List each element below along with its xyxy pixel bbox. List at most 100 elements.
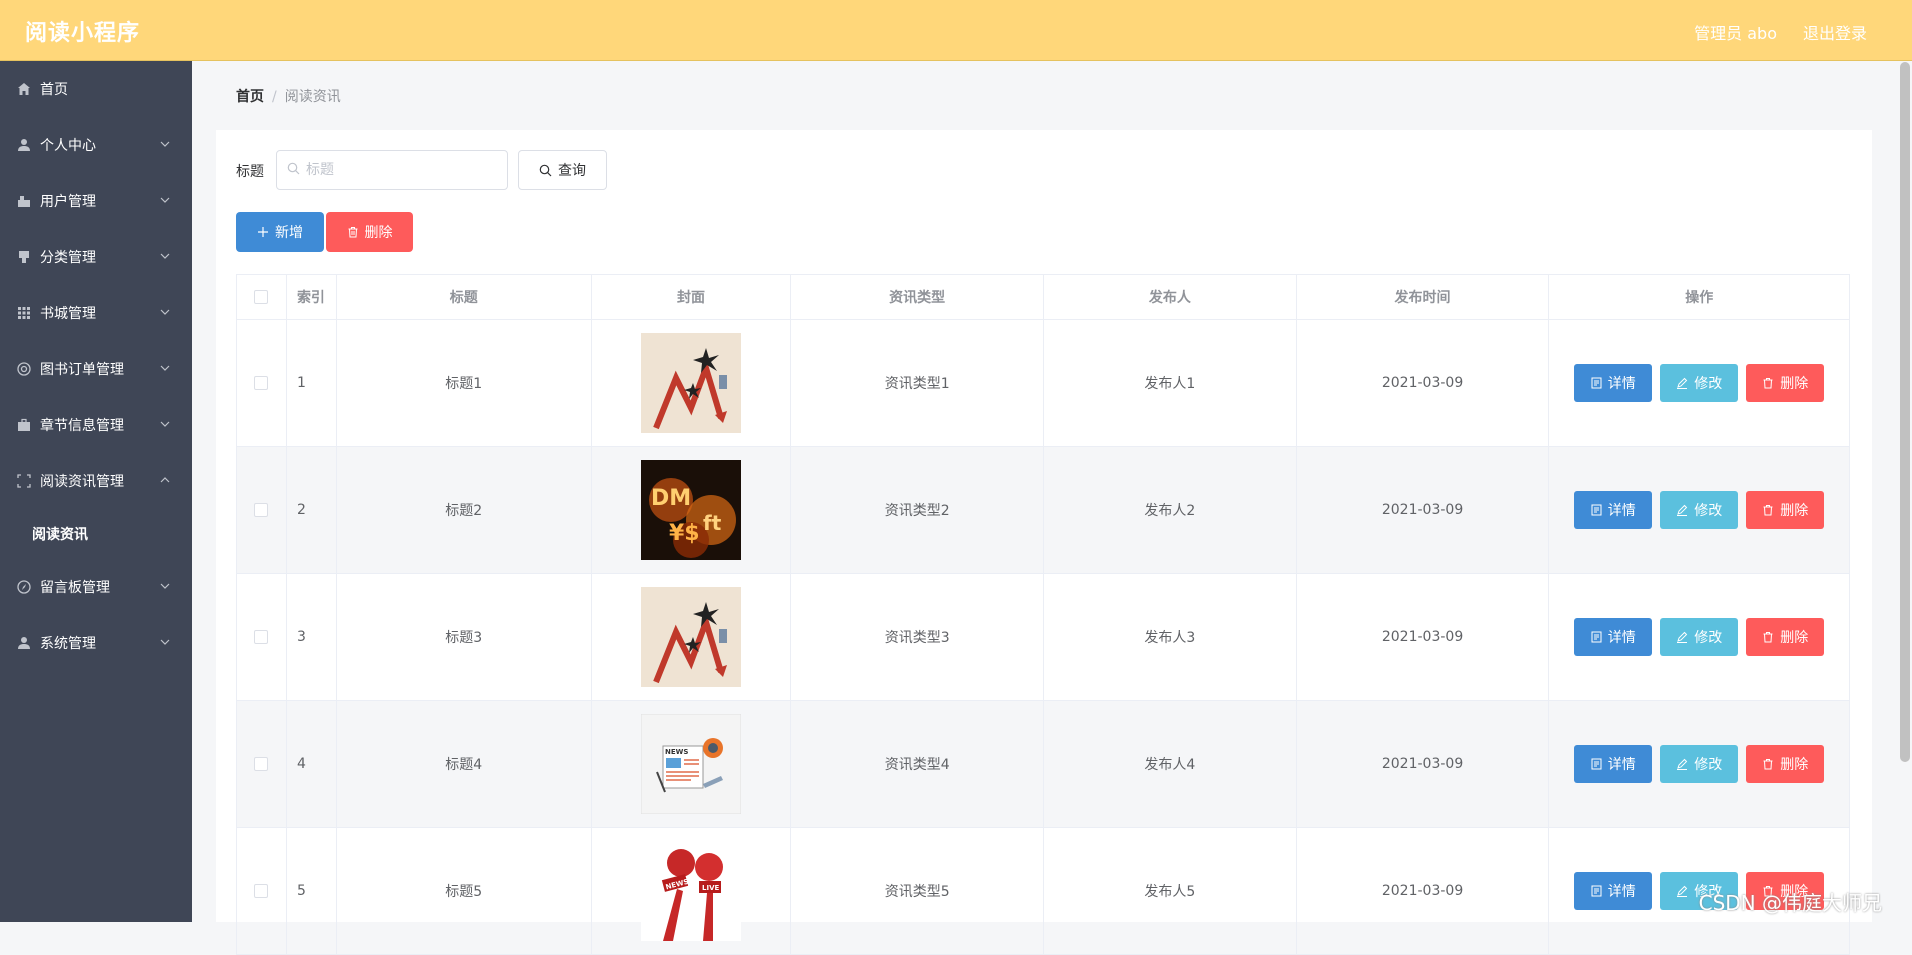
breadcrumb-separator: /	[272, 89, 277, 105]
svg-text:NEWS: NEWS	[665, 748, 688, 756]
row-title: 标题2	[337, 447, 592, 573]
sidebar-item-message-board[interactable]: 留言板管理	[0, 559, 192, 615]
sidebar-item-personal-center[interactable]: 个人中心	[0, 117, 192, 173]
delete-button[interactable]: 删除	[1746, 491, 1824, 529]
row-checkbox-cell	[237, 701, 287, 827]
header-checkbox-cell	[237, 275, 287, 319]
row-time: 2021-03-09	[1297, 447, 1550, 573]
search-icon	[539, 164, 552, 177]
detail-label: 详情	[1608, 881, 1636, 901]
header-time: 发布时间	[1297, 275, 1550, 319]
chevron-down-icon	[160, 581, 170, 591]
svg-text:DM: DM	[651, 486, 691, 511]
edit-icon	[1676, 885, 1688, 897]
row-publisher: 发布人5	[1044, 828, 1297, 954]
row-title: 标题3	[337, 574, 592, 700]
row-checkbox-cell	[237, 574, 287, 700]
delete-label: 删除	[1780, 373, 1808, 393]
detail-button[interactable]: 详情	[1574, 872, 1652, 910]
row-title: 标题5	[337, 828, 592, 954]
row-time: 2021-03-09	[1297, 828, 1550, 954]
chevron-down-icon	[160, 419, 170, 429]
row-index: 4	[287, 701, 337, 827]
breadcrumb-home[interactable]: 首页	[236, 89, 264, 105]
svg-text:¥$: ¥$	[669, 521, 700, 546]
detail-button[interactable]: 详情	[1574, 745, 1652, 783]
compass-icon	[16, 579, 32, 595]
header-title: 标题	[337, 275, 592, 319]
row-checkbox-cell	[237, 447, 287, 573]
briefcase-icon	[16, 417, 32, 433]
header-cover: 封面	[592, 275, 792, 319]
document-icon	[1591, 885, 1602, 897]
sidebar-item-label: 用户管理	[40, 191, 96, 211]
chevron-down-icon	[160, 139, 170, 149]
plus-icon	[257, 226, 269, 238]
row-checkbox[interactable]	[254, 503, 268, 517]
microphone-image[interactable]: NEWS LIVE	[641, 841, 741, 941]
sidebar-item-book-order-management[interactable]: 图书订单管理	[0, 341, 192, 397]
chart-arrow-image[interactable]	[641, 333, 741, 433]
trash-icon	[1762, 377, 1774, 389]
currency-fire-image[interactable]: DM ¥$ ft	[641, 460, 741, 560]
detail-button[interactable]: 详情	[1574, 618, 1652, 656]
edit-icon	[1676, 758, 1688, 770]
row-checkbox[interactable]	[254, 376, 268, 390]
table-row: 2 标题2 DM ¥$ ft 资讯类型2 发布人2 2021-03-09 详情 …	[237, 447, 1849, 574]
logout-link[interactable]: 退出登录	[1803, 20, 1867, 44]
delete-button[interactable]: 删除	[1746, 618, 1824, 656]
detail-button[interactable]: 详情	[1574, 364, 1652, 402]
edit-button[interactable]: 修改	[1660, 618, 1738, 656]
page-scrollbar[interactable]	[1900, 62, 1910, 762]
row-type: 资讯类型3	[791, 574, 1044, 700]
query-button[interactable]: 查询	[518, 150, 607, 190]
sidebar-item-category-management[interactable]: 分类管理	[0, 229, 192, 285]
chart-arrow-image[interactable]	[641, 587, 741, 687]
delete-button[interactable]: 删除	[1746, 364, 1824, 402]
row-checkbox[interactable]	[254, 757, 268, 771]
breadcrumb-current: 阅读资讯	[285, 89, 341, 105]
sidebar-item-system-management[interactable]: 系统管理	[0, 615, 192, 671]
home-icon	[16, 81, 32, 97]
breadcrumb: 首页 / 阅读资讯	[236, 86, 341, 106]
search-input[interactable]	[306, 162, 486, 178]
edit-label: 修改	[1694, 373, 1722, 393]
select-all-checkbox[interactable]	[254, 290, 268, 304]
row-time: 2021-03-09	[1297, 320, 1550, 446]
search-input-wrapper[interactable]	[276, 150, 508, 190]
row-checkbox[interactable]	[254, 630, 268, 644]
search-label: 标题	[236, 161, 264, 181]
sidebar-item-bookstore-management[interactable]: 书城管理	[0, 285, 192, 341]
detail-button[interactable]: 详情	[1574, 491, 1652, 529]
batch-delete-button[interactable]: 删除	[326, 212, 413, 252]
sidebar-item-chapter-management[interactable]: 章节信息管理	[0, 397, 192, 453]
frame-icon	[16, 473, 32, 489]
sidebar-item-label: 阅读资讯管理	[40, 471, 124, 491]
top-header: 阅读小程序 管理员 abo 退出登录	[0, 0, 1912, 61]
sidebar-item-news-management[interactable]: 阅读资讯管理	[0, 453, 192, 509]
sidebar-item-home[interactable]: 首页	[0, 61, 192, 117]
add-button[interactable]: 新增	[236, 212, 324, 252]
row-cover-cell: NEWS	[592, 701, 792, 827]
delete-label: 删除	[1780, 627, 1808, 647]
row-title: 标题1	[337, 320, 592, 446]
newspaper-image[interactable]: NEWS	[641, 714, 741, 814]
sidebar-item-label: 图书订单管理	[40, 359, 124, 379]
delete-button[interactable]: 删除	[1746, 745, 1824, 783]
sidebar-item-label: 分类管理	[40, 247, 96, 267]
sidebar: 首页 个人中心 用户管理 分类管理 书城管理 图书订单管理 章节信息管理 阅读资…	[0, 61, 192, 922]
edit-button[interactable]: 修改	[1660, 745, 1738, 783]
sidebar-item-label: 书城管理	[40, 303, 96, 323]
row-checkbox[interactable]	[254, 884, 268, 898]
sidebar-subitem-reading-news[interactable]: 阅读资讯	[0, 509, 192, 559]
row-type: 资讯类型5	[791, 828, 1044, 954]
edit-button[interactable]: 修改	[1660, 364, 1738, 402]
edit-button[interactable]: 修改	[1660, 491, 1738, 529]
document-icon	[1591, 377, 1602, 389]
sidebar-item-user-management[interactable]: 用户管理	[0, 173, 192, 229]
row-index: 1	[287, 320, 337, 446]
edit-icon	[1676, 631, 1688, 643]
users-icon	[16, 193, 32, 209]
detail-label: 详情	[1608, 754, 1636, 774]
user-icon	[16, 635, 32, 651]
